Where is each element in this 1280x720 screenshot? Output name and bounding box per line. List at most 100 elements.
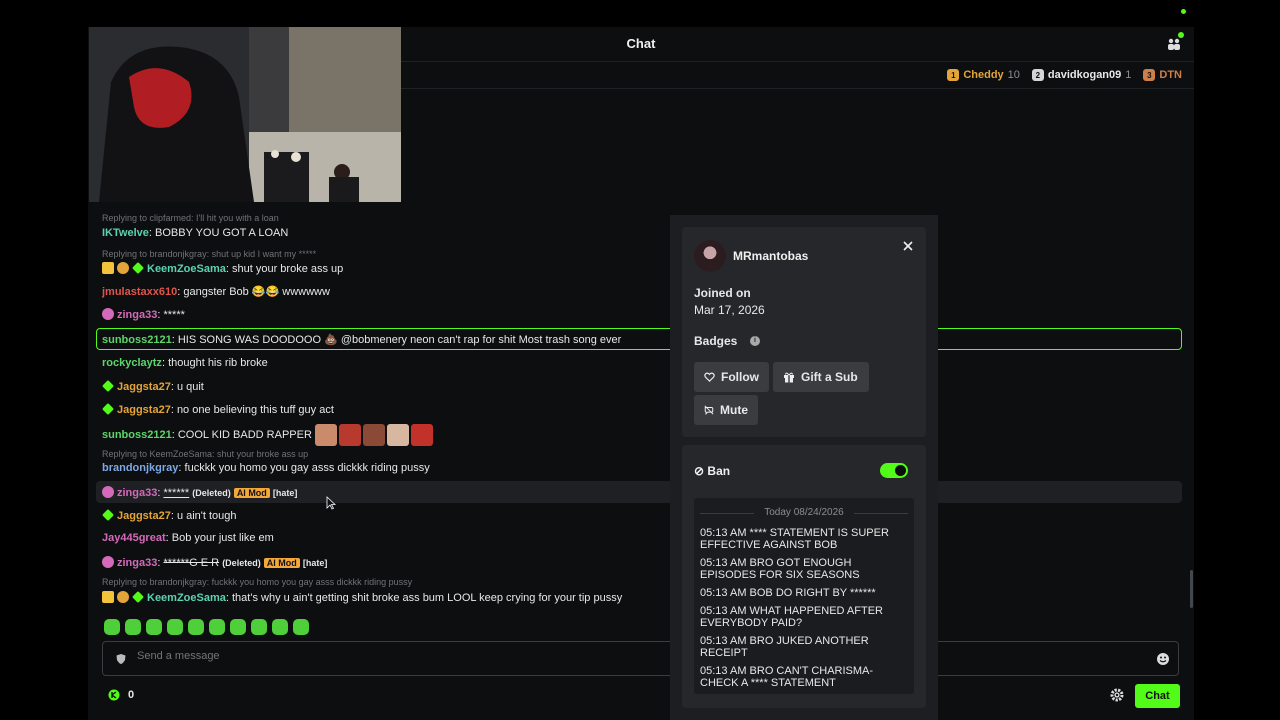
sparkle-badge-icon — [132, 591, 144, 603]
mute-label: Mute — [720, 403, 748, 417]
emote-icon[interactable] — [251, 619, 267, 635]
chat-message[interactable]: sunboss2121: HIS SONG WAS DOODOOO 💩 @bob… — [102, 333, 621, 346]
chat-scrollbar[interactable] — [1190, 570, 1193, 608]
leaderboard-name: Cheddy — [963, 69, 1004, 81]
message-text: u quit — [176, 381, 204, 393]
chat-message[interactable]: KeemZoeSama: shut your broke ass up — [102, 262, 343, 275]
gear-icon[interactable] — [1110, 688, 1124, 702]
mute-icon — [704, 405, 714, 415]
message-text: COOL KID BADD RAPPER — [177, 428, 312, 441]
channel-points[interactable]: 0 — [108, 689, 134, 701]
chat-message[interactable]: IKTwelve: BOBBY YOU GOT A LOAN — [102, 227, 288, 239]
follow-button[interactable]: Follow — [694, 362, 769, 392]
emote-icon[interactable] — [188, 619, 204, 635]
sparkle-badge-icon — [102, 380, 114, 392]
message-text: ***** — [163, 309, 185, 321]
emote-icon[interactable] — [209, 619, 225, 635]
avatar[interactable] — [694, 240, 726, 272]
chat-message[interactable]: KeemZoeSama: that's why u ain't getting … — [102, 591, 622, 604]
close-icon[interactable] — [901, 239, 915, 253]
chat-message[interactable]: Jaggsta27: no one believing this tuff gu… — [102, 403, 334, 416]
stream-video-preview[interactable] — [89, 27, 401, 202]
reply-context[interactable]: Replying to KeemZoeSama: shut your broke… — [102, 449, 308, 459]
chat-message[interactable]: Jaggsta27: u ain't tough — [102, 509, 237, 522]
chat-window: Chat 1 Cheddy 10 2 davidkogan09 1 3 DTN … — [88, 27, 1194, 720]
chat-message[interactable]: Jay445great: Bob your just like em — [102, 532, 274, 544]
emote-icon[interactable] — [104, 619, 120, 635]
message-text: that's why u ain't getting shit broke as… — [232, 592, 623, 604]
mod-reason: [hate] — [272, 488, 298, 498]
points-count: 0 — [128, 689, 135, 701]
chat-message[interactable]: zinga33: ***** — [102, 308, 185, 321]
chat-username[interactable]: Jaggsta27 — [117, 510, 171, 522]
ban-text: Ban — [707, 464, 731, 478]
mod-reason: [hate] — [302, 558, 328, 568]
deleted-label: (Deleted) — [192, 488, 231, 498]
face-emote-icon — [410, 424, 433, 446]
chat-username[interactable]: brandonjkgray — [102, 462, 178, 474]
chat-username[interactable]: KeemZoeSama — [147, 592, 226, 604]
mute-button[interactable]: Mute — [694, 395, 758, 425]
info-icon[interactable]: i — [750, 336, 760, 346]
chat-username[interactable]: Jay445great — [102, 532, 166, 544]
heart-icon — [704, 372, 715, 382]
badges-label: Badges — [694, 334, 738, 348]
chat-username[interactable]: jmulastaxx610 — [102, 286, 177, 298]
reply-context[interactable]: Replying to clipfarmed: I'll hit you wit… — [102, 213, 279, 223]
chat-username[interactable]: zinga33 — [117, 309, 157, 321]
send-chat-button[interactable]: Chat — [1135, 684, 1180, 708]
emote-icon[interactable] — [146, 619, 162, 635]
chat-message[interactable]: rockyclaytz: thought his rib broke — [102, 357, 268, 369]
face-emote-icon — [362, 424, 385, 446]
message-text: thought his rib broke — [168, 357, 268, 369]
ban-icon: ⊘ — [694, 464, 705, 478]
joined-label: Joined on — [694, 286, 751, 300]
emote-icon[interactable] — [167, 619, 183, 635]
history-message: 05:13 AM BOB DO RIGHT BY ****** — [700, 587, 876, 599]
rank-badge-icon: 1 — [947, 69, 960, 81]
chat-username[interactable]: zinga33 — [117, 487, 157, 499]
moderation-panel: ⊘ Ban Today 08/24/2026 05:13 AM **** STA… — [682, 445, 926, 708]
leaderboard-item[interactable]: 1 Cheddy 10 — [947, 69, 1020, 81]
emote-icon[interactable] — [125, 619, 141, 635]
chat-username[interactable]: Jaggsta27 — [117, 404, 171, 416]
leaderboard-item[interactable]: 3 DTN — [1143, 69, 1182, 81]
emote-icon[interactable] — [230, 619, 246, 635]
leaderboard-item[interactable]: 2 davidkogan09 1 — [1031, 69, 1131, 81]
emote-icon[interactable] — [272, 619, 288, 635]
chat-username[interactable]: IKTwelve — [102, 227, 149, 239]
gift-sub-button[interactable]: Gift a Sub — [773, 362, 869, 392]
chat-message[interactable]: zinga33: ******G E R (Deleted) AI Mod [h… — [102, 556, 327, 569]
emoji-picker-icon[interactable] — [1156, 652, 1170, 666]
user-card-username[interactable]: MRmantobas — [733, 249, 808, 263]
reply-context[interactable]: Replying to brandonjkgray: fuckkk you ho… — [102, 577, 412, 587]
chat-username[interactable]: rockyclaytz — [102, 357, 162, 369]
message-text: HIS SONG WAS DOODOOO 💩 @bobmenery neon c… — [177, 334, 622, 346]
chat-message[interactable]: jmulastaxx610: gangster Bob 😂😂 wwwwww — [102, 285, 330, 298]
message-input-box[interactable] — [102, 641, 1179, 676]
chat-username[interactable]: sunboss2121 — [102, 334, 172, 346]
rank-badge-icon: 2 — [1031, 69, 1044, 81]
chat-username[interactable]: sunboss2121 — [102, 429, 172, 441]
chat-message[interactable]: brandonjkgray: fuckkk you homo you gay a… — [102, 462, 430, 474]
chat-message[interactable]: zinga33: ****** (Deleted) AI Mod [hate] — [102, 486, 297, 499]
chat-message[interactable]: Jaggsta27: u quit — [102, 380, 204, 393]
gifter-leaderboard: 1 Cheddy 10 2 davidkogan09 1 3 DTN — [401, 61, 1194, 89]
users-icon[interactable] — [1166, 36, 1182, 52]
chat-username[interactable]: KeemZoeSama — [147, 263, 226, 275]
face-emote-icon — [314, 424, 337, 446]
follow-label: Follow — [721, 370, 759, 384]
emote-icon[interactable] — [293, 619, 309, 635]
reply-context[interactable]: Replying to brandonjkgray: shut up kid I… — [102, 249, 316, 259]
user-card-profile: MRmantobas Joined on Mar 17, 2026 Badges… — [682, 227, 926, 437]
sparkle-badge-icon — [132, 262, 144, 274]
rank-badge-icon: 3 — [1143, 69, 1156, 81]
ai-mod-badge: AI Mod — [263, 558, 300, 568]
joined-date: Mar 17, 2026 — [694, 303, 765, 317]
chat-username[interactable]: zinga33 — [117, 557, 157, 569]
chat-message[interactable]: sunboss2121: COOL KID BADD RAPPER — [102, 424, 435, 446]
chat-username[interactable]: Jaggsta27 — [117, 381, 171, 393]
gift-icon — [784, 372, 794, 383]
history-message: 05:13 AM **** STATEMENT IS SUPER EFFECTI… — [700, 527, 889, 551]
ban-toggle[interactable] — [880, 463, 908, 478]
